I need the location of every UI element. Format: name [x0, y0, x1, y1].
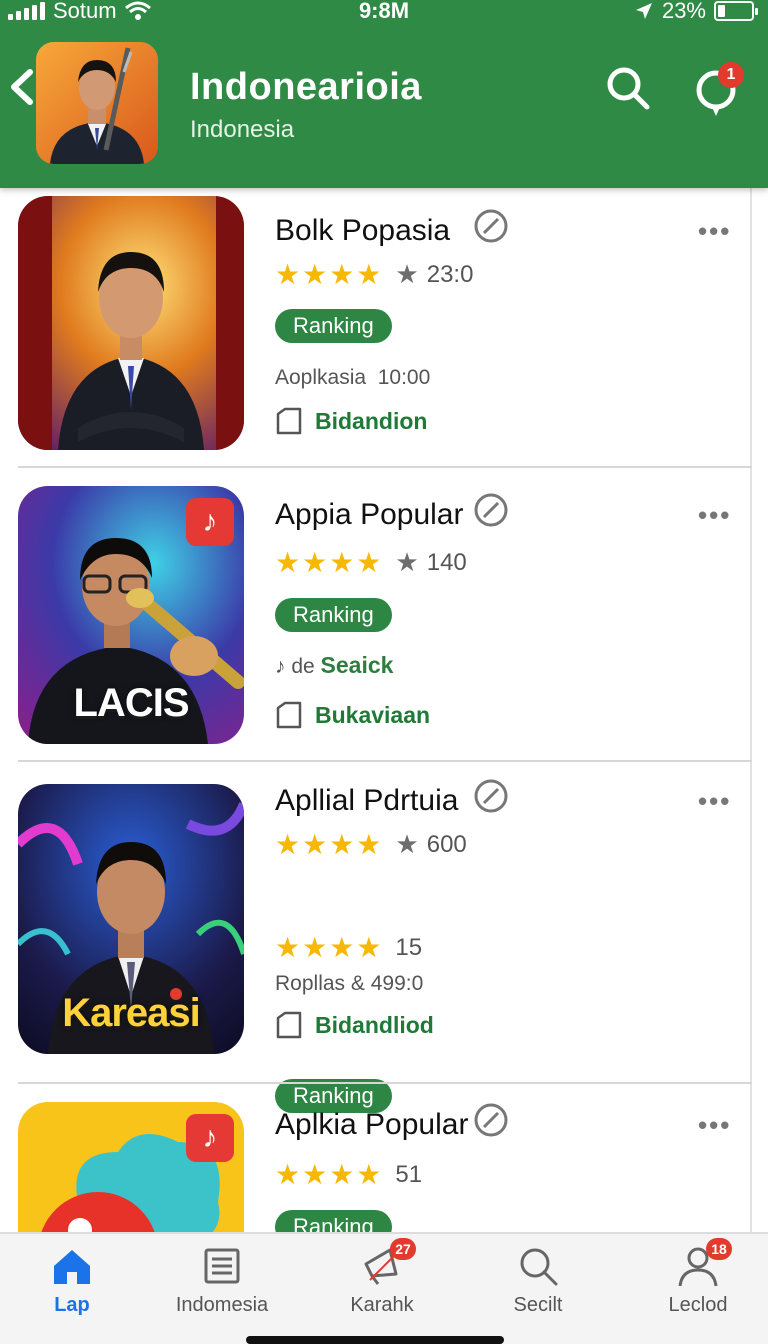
nav-label: Indomesia: [175, 1294, 269, 1316]
download-row[interactable]: Bukaviaan: [275, 700, 430, 730]
list-item[interactable]: Kareasi Apllial Pdrtuia ••• ★★★★ ★ 600 R…: [0, 762, 752, 1113]
app-meta: Aoplkasia 10:00: [275, 366, 431, 389]
header-subtitle: Indonesia: [190, 116, 295, 143]
app-meta: ♪ de Seaick: [275, 652, 393, 679]
list-item[interactable]: ♪ LACIS Appia Popular ••• ★★★★ ★ 140 Ran…: [0, 468, 752, 762]
star-icon: ★: [395, 547, 419, 577]
thumbnail-caption: Kareasi: [62, 991, 201, 1035]
star-rating: ★★★★: [275, 547, 384, 578]
bottom-navigation: Lap Indomesia 27 Karahk Secilt 18 Leclod: [0, 1232, 768, 1344]
music-note-icon: ♪: [186, 1114, 234, 1162]
download-label: Bidandliod: [315, 1011, 434, 1038]
download-icon: [276, 701, 302, 729]
notification-button[interactable]: 1: [690, 60, 746, 120]
list-item[interactable]: ♪ Aplkia Popular ••• ★★★★ 51 Ranking: [0, 1084, 752, 1232]
battery-icon: [714, 1, 758, 21]
list-item[interactable]: Bolk Popasia ••• ★★★★ ★ 23:0 Ranking Aop…: [0, 188, 752, 468]
star-rating: ★★★★: [275, 829, 384, 860]
battery-percent: 23%: [661, 0, 706, 23]
search-icon: [607, 67, 650, 110]
more-options-icon[interactable]: •••: [698, 500, 731, 531]
app-title[interactable]: Apllial Pdrtuia: [275, 784, 458, 818]
nav-label: Karahk: [350, 1294, 414, 1316]
app-title[interactable]: Appia Popular: [275, 498, 463, 532]
location-arrow-icon: [635, 3, 652, 19]
rating-row: ★★★★ ★ 600: [275, 828, 467, 861]
star-icon: ★: [395, 259, 419, 289]
app-thumbnail[interactable]: ♪ LACIS: [18, 486, 244, 744]
document-icon: [204, 1248, 240, 1284]
ranking-chip[interactable]: Ranking: [275, 1210, 392, 1232]
star-icon: ★: [395, 829, 419, 859]
nav-label: Secilt: [513, 1294, 563, 1316]
app-thumbnail[interactable]: Kareasi: [18, 784, 244, 1054]
notification-badge: 1: [718, 62, 744, 88]
rating-row: ★★★★ 51: [275, 1158, 422, 1191]
download-label: Bukaviaan: [315, 701, 431, 728]
nav-label: Lap: [54, 1294, 90, 1316]
ranking-chip[interactable]: Ranking: [275, 598, 392, 632]
ranking-chip[interactable]: Ranking: [275, 309, 392, 343]
download-label: Bidandion: [315, 407, 428, 434]
rating-value: 15: [395, 933, 423, 961]
nav-item-home[interactable]: Lap: [12, 1244, 132, 1317]
edit-icon[interactable]: [473, 778, 509, 814]
rating-row-secondary: ★★★★ 15: [275, 931, 422, 964]
app-title[interactable]: Bolk Popasia: [275, 214, 450, 248]
more-options-icon[interactable]: •••: [698, 786, 731, 817]
person-portrait-image: [36, 42, 158, 164]
rating-row: ★★★★ ★ 140: [275, 546, 467, 579]
app-header: Sotum 9:8M 23% Indonearioia Indonesia 1: [0, 0, 768, 188]
search-button[interactable]: [604, 64, 652, 112]
download-icon: [276, 407, 302, 435]
rating-value: 51: [395, 1160, 423, 1188]
app-title[interactable]: Aplkia Popular: [275, 1108, 468, 1142]
rating-row: ★★★★ ★ 23:0: [275, 258, 473, 291]
rating-value: 23:0: [426, 260, 474, 288]
star-rating: ★★★★: [275, 932, 384, 963]
meta-link[interactable]: Seaick: [321, 652, 394, 678]
download-row[interactable]: Bidandion: [275, 406, 427, 436]
nav-item-leclod[interactable]: 18 Leclod: [638, 1238, 758, 1317]
star-rating: ★★★★: [275, 259, 384, 290]
status-bar: Sotum 9:8M 23%: [0, 0, 768, 24]
edit-icon[interactable]: [473, 1102, 509, 1138]
nav-badge: 18: [706, 1238, 732, 1260]
back-button[interactable]: [6, 62, 38, 112]
edit-icon[interactable]: [473, 492, 509, 528]
rating-value: 600: [426, 830, 467, 858]
thumbnail-caption: LACIS: [73, 681, 190, 725]
home-indicator[interactable]: [246, 1336, 504, 1344]
more-options-icon[interactable]: •••: [698, 216, 731, 247]
more-options-icon[interactable]: •••: [698, 1110, 731, 1141]
header-title: Indonearioia: [190, 66, 422, 108]
stage-portrait-image: [18, 196, 244, 450]
header-avatar[interactable]: [36, 42, 158, 164]
nav-badge: 27: [390, 1238, 416, 1260]
edit-icon[interactable]: [473, 208, 509, 244]
music-note-icon: ♪: [186, 498, 234, 546]
home-icon: [54, 1250, 90, 1284]
chevron-left-icon: [11, 69, 33, 105]
app-thumbnail[interactable]: [18, 196, 244, 450]
download-icon: [276, 1011, 302, 1039]
app-thumbnail[interactable]: ♪: [18, 1102, 244, 1232]
meta-prefix: de: [291, 655, 315, 678]
nav-label: Leclod: [668, 1294, 728, 1316]
rating-value: 140: [426, 548, 467, 576]
nav-item-indomesia[interactable]: Indomesia: [162, 1244, 282, 1317]
nav-item-secilt[interactable]: Secilt: [478, 1244, 598, 1317]
search-icon: [520, 1248, 558, 1286]
nav-item-karahk[interactable]: 27 Karahk: [322, 1238, 442, 1317]
app-list: Bolk Popasia ••• ★★★★ ★ 23:0 Ranking Aop…: [0, 188, 768, 1232]
app-meta: Ropllas & 499:0: [275, 972, 424, 995]
battery-fill: [718, 5, 726, 17]
music-meta-icon: ♪: [275, 655, 286, 678]
star-rating: ★★★★: [275, 1159, 384, 1190]
download-row[interactable]: Bidandliod: [275, 1010, 434, 1040]
